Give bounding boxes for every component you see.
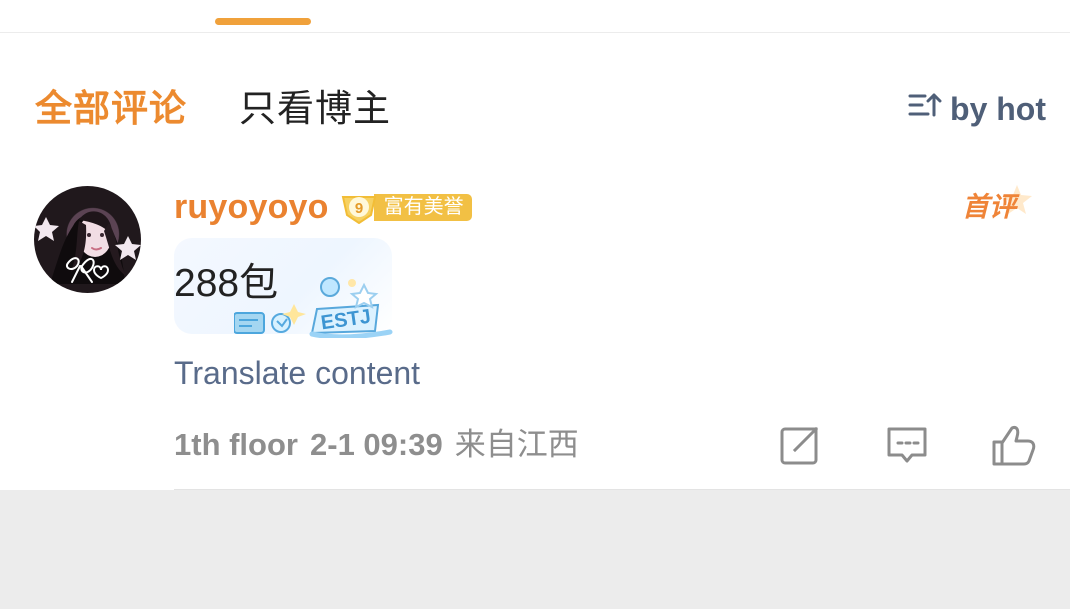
comment-meta: 1th floor 2-1 09:39 来自江西 (174, 425, 579, 465)
badge-label: 富有美誉 (373, 194, 472, 221)
share-icon (780, 426, 819, 465)
comment-user-row: ruyoyoyo 9 富有美誉 (174, 188, 472, 227)
sort-by-hot-button[interactable]: by hot (908, 88, 1046, 130)
first-comment-label: 首评 (962, 184, 1036, 226)
top-tab-strip (0, 0, 1070, 33)
tab-all-comments[interactable]: 全部评论 (35, 86, 187, 132)
user-badge[interactable]: 9 富有美誉 (339, 191, 472, 224)
comment-location: 来自江西 (454, 427, 579, 462)
comment-icon (887, 427, 927, 463)
estj-sticker-icon: ESTJ (234, 277, 393, 338)
like-button[interactable] (989, 421, 1037, 469)
comment-divider (174, 489, 1070, 490)
sort-icon (908, 88, 942, 130)
comment-time: 2-1 09:39 (310, 427, 443, 462)
user-avatar[interactable] (34, 186, 141, 293)
reply-button[interactable] (883, 421, 931, 469)
share-button[interactable] (776, 421, 824, 469)
comment-floor: 1th floor (174, 427, 298, 462)
comment-filter-tabs: 全部评论 只看博主 (35, 86, 391, 132)
active-tab-indicator (215, 18, 311, 25)
thumbs-up-icon (992, 426, 1036, 466)
comment-card: 全部评论 只看博主 by hot ruyoyoyo 9 富有美誉 首评 288包… (0, 0, 1070, 490)
level-badge-icon: 9 (339, 191, 379, 224)
tab-author-only[interactable]: 只看博主 (239, 86, 391, 132)
badge-level-text: 9 (354, 200, 362, 217)
username[interactable]: ruyoyoyo (174, 188, 329, 227)
translate-content-link[interactable]: Translate content (174, 353, 420, 393)
first-comment-text: 首评 (962, 192, 1016, 222)
comment-content-bubble[interactable]: 288包 ESTJ (174, 238, 393, 338)
comment-screen: 全部评论 只看博主 by hot ruyoyoyo 9 富有美誉 首评 288包… (0, 0, 1070, 609)
sort-label: by hot (950, 90, 1046, 127)
